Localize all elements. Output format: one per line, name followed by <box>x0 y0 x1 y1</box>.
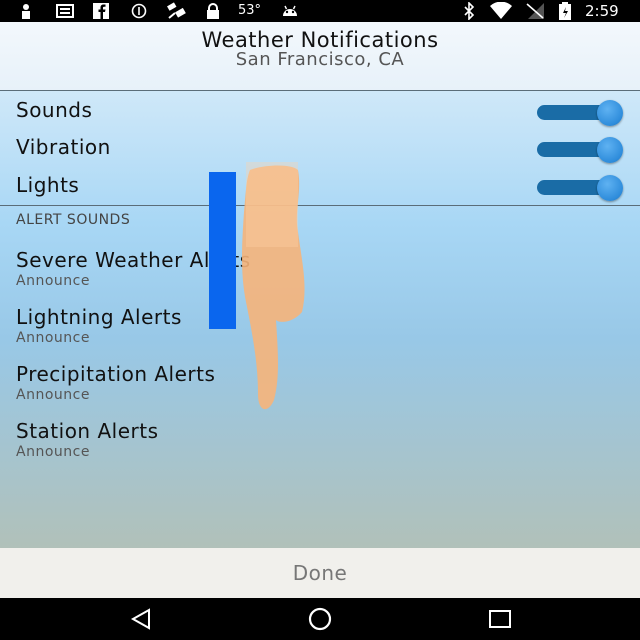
sounds-toggle[interactable] <box>537 100 625 126</box>
lights-label: Lights <box>16 173 80 197</box>
alert-item-value: Announce <box>16 273 90 289</box>
done-button[interactable]: Done <box>0 548 640 598</box>
navigation-bar <box>0 598 640 640</box>
temperature-text: 53° <box>238 3 262 18</box>
clock-text: 2:59 <box>585 2 619 20</box>
alert-item-name: Station Alerts <box>16 419 159 443</box>
location-subtitle: San Francisco, CA <box>235 49 405 70</box>
sounds-row[interactable]: Sounds <box>0 92 640 129</box>
person-icon <box>18 2 34 20</box>
sounds-label: Sounds <box>16 98 93 122</box>
alert-item-name: Lightning Alerts <box>16 305 182 329</box>
info-icon <box>130 2 148 20</box>
alert-item-value: Announce <box>16 387 90 403</box>
switch-thumb <box>597 137 623 163</box>
precipitation-alerts-item[interactable]: Precipitation Alerts Announce <box>16 362 616 414</box>
app-screen: Weather Notifications San Francisco, CA … <box>0 22 640 598</box>
home-icon[interactable] <box>306 606 334 632</box>
alert-sounds-header: ALERT SOUNDS <box>16 212 131 228</box>
lights-toggle[interactable] <box>537 175 625 201</box>
signal-icon <box>524 2 546 20</box>
alert-item-value: Announce <box>16 444 90 460</box>
header: Weather Notifications San Francisco, CA <box>0 22 640 91</box>
lightning-alerts-item[interactable]: Lightning Alerts Announce <box>16 305 616 357</box>
message-icon <box>55 2 75 20</box>
switch-thumb <box>597 175 623 201</box>
facebook-icon <box>92 2 110 20</box>
satellite-icon <box>165 2 189 20</box>
vibration-toggle[interactable] <box>537 137 625 163</box>
battery-icon <box>557 2 573 20</box>
android-icon <box>280 2 300 20</box>
alert-item-value: Announce <box>16 330 90 346</box>
lights-row[interactable]: Lights <box>0 167 640 204</box>
switch-thumb <box>597 100 623 126</box>
vibration-row[interactable]: Vibration <box>0 129 640 166</box>
station-alerts-item[interactable]: Station Alerts Announce <box>16 419 616 471</box>
status-bar: 53° 2:59 <box>0 0 640 22</box>
vibration-label: Vibration <box>16 135 111 159</box>
severe-weather-alerts-item[interactable]: Severe Weather Alerts Announce <box>16 248 616 300</box>
recents-icon[interactable] <box>486 606 514 632</box>
blue-bar-overlay <box>209 172 236 329</box>
lock-icon <box>205 2 221 20</box>
alert-item-name: Precipitation Alerts <box>16 362 216 386</box>
section-divider <box>0 205 640 206</box>
alert-item-name: Severe Weather Alerts <box>16 248 251 272</box>
wifi-icon <box>488 2 514 20</box>
pointing-hand-icon <box>242 162 305 410</box>
back-icon[interactable] <box>127 606 155 632</box>
bluetooth-icon <box>462 2 476 20</box>
